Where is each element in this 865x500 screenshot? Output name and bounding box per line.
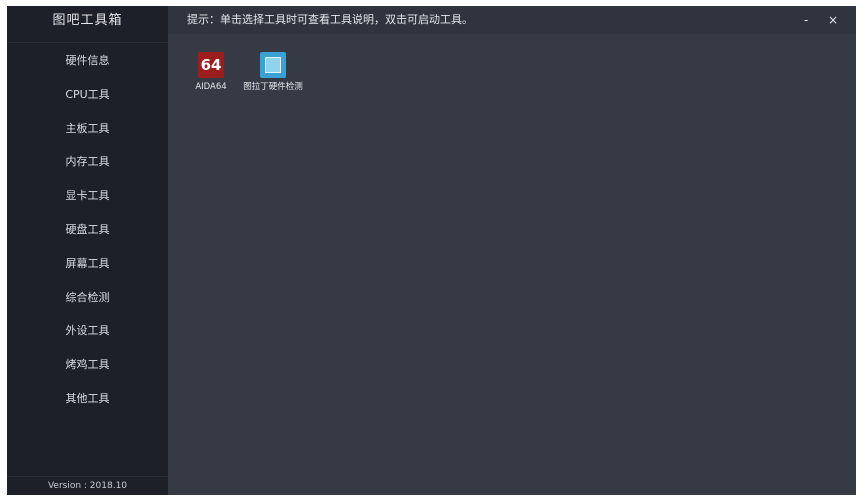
app-title: 图吧工具箱 [7,6,168,43]
minimize-button[interactable]: - [797,11,815,29]
app-window: 图吧工具箱 硬件信息 CPU工具 主板工具 内存工具 显卡工具 硬盘工具 屏幕工… [7,6,856,495]
sidebar-menu: 硬件信息 CPU工具 主板工具 内存工具 显卡工具 硬盘工具 屏幕工具 综合检测… [7,44,168,416]
tool-aida64[interactable]: 64 AIDA64 [181,52,241,93]
tool-tulading[interactable]: 图拉丁硬件检测 [243,52,303,93]
version-label: Version : 2018.10 [7,476,168,495]
tulading-icon [260,52,286,78]
aida64-icon: 64 [198,52,224,78]
sidebar-item-memory-tools[interactable]: 内存工具 [7,145,168,179]
tool-name: AIDA64 [195,82,227,92]
sidebar: 图吧工具箱 硬件信息 CPU工具 主板工具 内存工具 显卡工具 硬盘工具 屏幕工… [7,6,168,495]
sidebar-item-other-tools[interactable]: 其他工具 [7,382,168,416]
topbar: 提示：单击选择工具时可查看工具说明，双击可启动工具。 - × [168,6,856,34]
sidebar-item-stress-tools[interactable]: 烤鸡工具 [7,348,168,382]
sidebar-item-gpu-tools[interactable]: 显卡工具 [7,179,168,213]
sidebar-item-peripheral-tools[interactable]: 外设工具 [7,314,168,348]
tip-text: 提示：单击选择工具时可查看工具说明，双击可启动工具。 [187,13,473,26]
tool-name: 图拉丁硬件检测 [243,82,303,92]
sidebar-item-hardware-info[interactable]: 硬件信息 [7,44,168,78]
sidebar-item-screen-tools[interactable]: 屏幕工具 [7,247,168,281]
sidebar-item-motherboard-tools[interactable]: 主板工具 [7,112,168,146]
sidebar-item-disk-tools[interactable]: 硬盘工具 [7,213,168,247]
sidebar-item-comprehensive-test[interactable]: 综合检测 [7,281,168,315]
close-button[interactable]: × [824,11,842,29]
sidebar-item-cpu-tools[interactable]: CPU工具 [7,78,168,112]
